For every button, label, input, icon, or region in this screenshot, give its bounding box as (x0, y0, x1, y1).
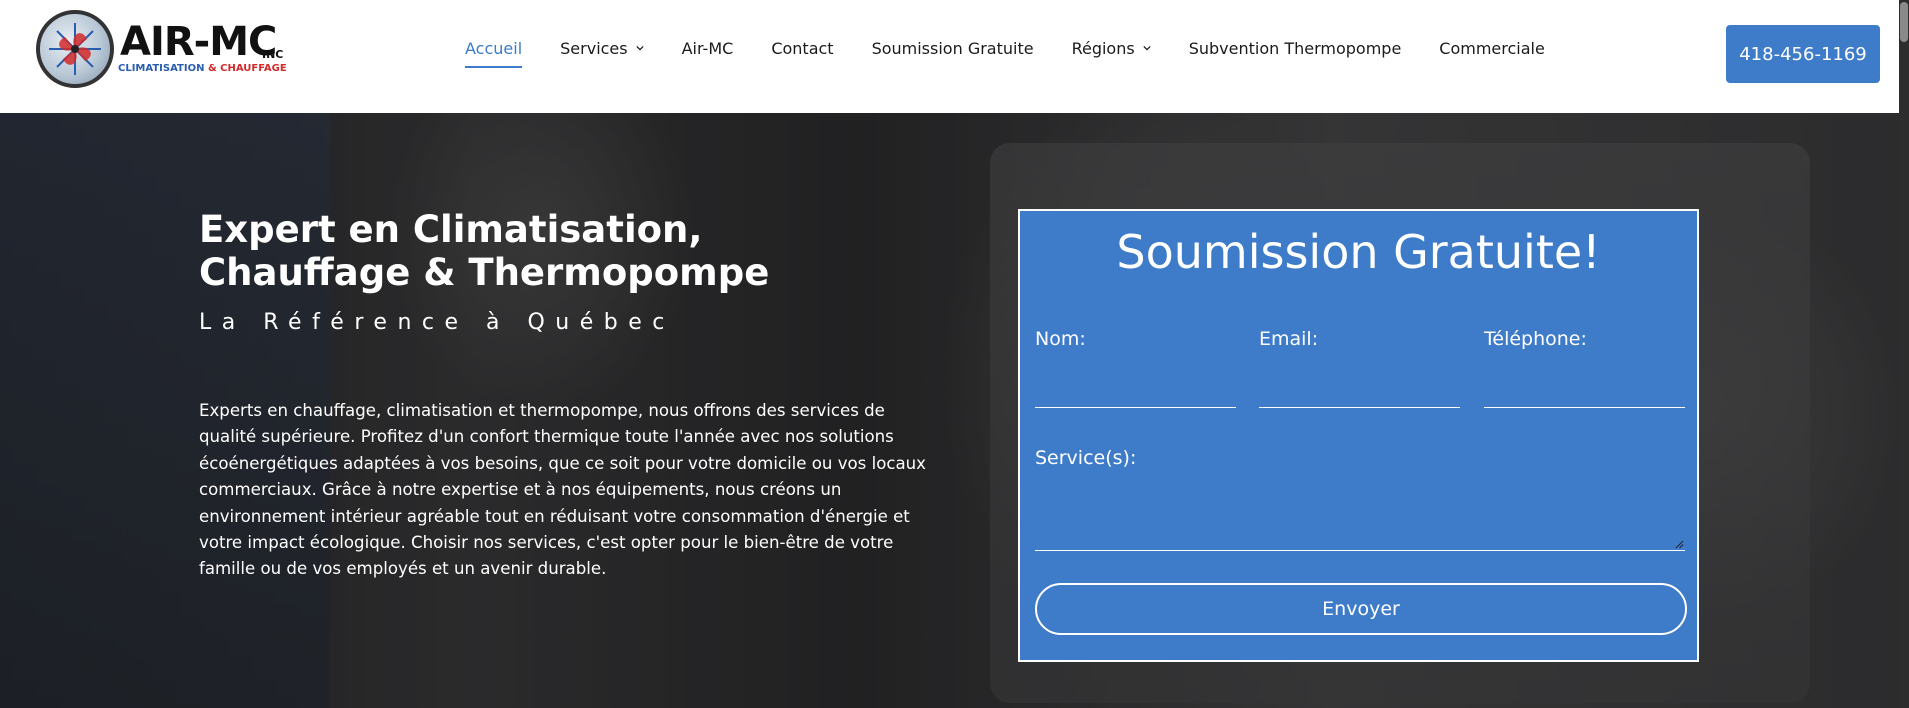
logo-tagline: CLIMATISATION & CHAUFFAGE (118, 63, 287, 74)
form-title: Soumission Gratuite! (1116, 225, 1601, 279)
nav-label: Contact (771, 38, 834, 58)
email-input[interactable] (1259, 380, 1460, 408)
phone-label: Téléphone: (1484, 328, 1587, 350)
page-scrollbar[interactable] (1899, 0, 1909, 708)
nav-label: Air-MC (681, 38, 734, 58)
nav-item-soumission-gratuite[interactable]: Soumission Gratuite (872, 36, 1034, 60)
logo-wordmark: AIR-MC (120, 19, 277, 65)
quote-form: Soumission Gratuite! Nom: Email: Télépho… (1018, 209, 1699, 662)
logo-tagline-climatisation: CLIMATISATION (118, 63, 205, 74)
nav-label: Subvention Thermopompe (1188, 38, 1402, 58)
logo-tagline-chauffage: CHAUFFAGE (220, 63, 287, 74)
resize-grip-icon[interactable] (1675, 540, 1684, 549)
name-label: Nom: (1035, 328, 1086, 350)
email-label: Email: (1259, 328, 1319, 350)
nav-item-air-mc[interactable]: Air-MC (682, 36, 734, 60)
submit-button[interactable]: Envoyer (1035, 583, 1687, 635)
phone-input[interactable] (1484, 380, 1685, 408)
logo-tagline-amp: & (204, 63, 221, 74)
brand-logo[interactable]: AIR-MC INC CLIMATISATION & CHAUFFAGE (34, 8, 287, 92)
hero-description: Experts en chauffage, climatisation et t… (199, 401, 926, 579)
name-field-group: Nom: (1035, 328, 1236, 408)
nav-label: Soumission Gratuite (871, 38, 1034, 58)
nav-item-contact[interactable]: Contact (771, 36, 833, 60)
phone-button[interactable]: 418-456-1169 (1726, 25, 1880, 83)
service-textarea[interactable] (1035, 493, 1685, 551)
chevron-down-icon (635, 45, 644, 51)
scrollbar-thumb[interactable] (1900, 2, 1908, 42)
nav-item-services[interactable]: Services (560, 36, 644, 60)
fan-snowflake-icon (36, 10, 114, 88)
hero-subtitle: La Référence à Québec (199, 310, 675, 335)
hero-title: Expert en Climatisation, Chauffage & The… (199, 208, 770, 294)
nav-item-accueil[interactable]: Accueil (465, 36, 523, 68)
service-label: Service(s): (1035, 447, 1137, 469)
nav-item-subvention-thermopompe[interactable]: Subvention Thermopompe (1189, 36, 1402, 60)
chevron-down-icon (1143, 45, 1151, 51)
nav-label: Services (560, 38, 628, 58)
nav-item-commerciale[interactable]: Commerciale (1439, 36, 1545, 60)
nav-label: Accueil (465, 38, 523, 58)
logo-inc: INC (262, 48, 284, 61)
service-field-group: Service(s): (1035, 447, 1685, 551)
nav-label: Commerciale (1439, 38, 1545, 58)
phone-field-group: Téléphone: (1484, 328, 1685, 408)
nav-item-regions[interactable]: Régions (1072, 36, 1151, 60)
nav-label: Régions (1071, 38, 1135, 58)
email-field-group: Email: (1259, 328, 1460, 408)
site-header: AIR-MC INC CLIMATISATION & CHAUFFAGE Acc… (0, 0, 1899, 113)
main-nav: Accueil Services Air-MC Contact Soumissi… (465, 36, 1583, 68)
name-input[interactable] (1035, 380, 1236, 408)
